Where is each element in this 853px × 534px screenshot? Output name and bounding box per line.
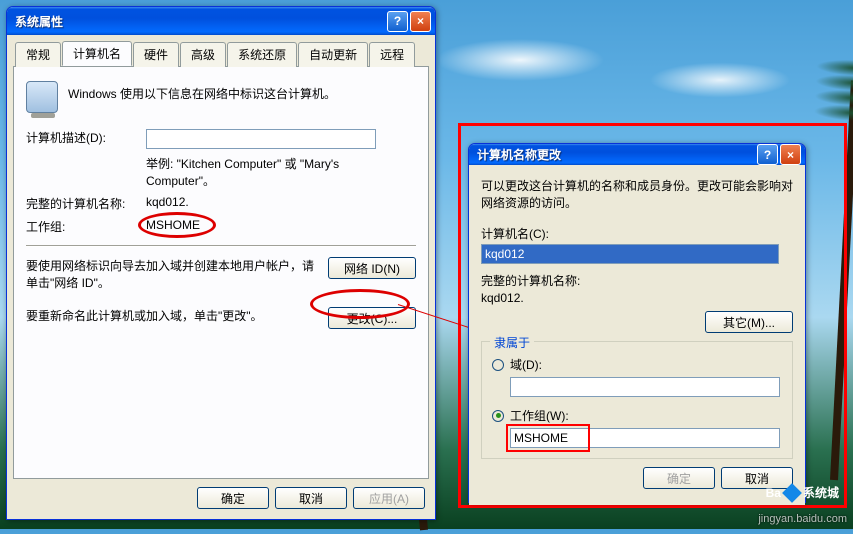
window-title: 计算机名称更改: [477, 146, 755, 163]
workgroup-radio-label: 工作组(W):: [510, 407, 569, 424]
network-id-button[interactable]: 网络 ID(N): [328, 257, 416, 279]
member-of-group: 隶属于 域(D): 工作组(W):: [481, 341, 793, 459]
netid-text: 要使用网络标识向导去加入域并创建本地用户帐户，请单击"网络 ID"。: [26, 257, 328, 291]
description-example: 举例: "Kitchen Computer" 或 "Mary's Compute…: [146, 155, 386, 189]
full-computer-name-value: kqd012.: [481, 291, 793, 305]
help-button[interactable]: ?: [757, 144, 778, 165]
intro-text: Windows 使用以下信息在网络中标识这台计算机。: [68, 81, 336, 102]
tab-advanced[interactable]: 高级: [180, 42, 226, 67]
tab-page-computer-name: Windows 使用以下信息在网络中标识这台计算机。 计算机描述(D): 举例:…: [13, 67, 429, 479]
full-name-label: 完整的计算机名称:: [26, 195, 146, 212]
tab-auto-update[interactable]: 自动更新: [298, 42, 368, 67]
dialog-buttons: 确定 取消: [481, 459, 793, 493]
cancel-button[interactable]: 取消: [275, 487, 347, 509]
intro-text: 可以更改这台计算机的名称和成员身份。更改可能会影响对网络资源的访问。: [481, 177, 793, 211]
full-name-label: 完整的计算机名称:: [481, 272, 793, 289]
domain-input[interactable]: [510, 377, 780, 397]
change-text: 要重新命名此计算机或加入域，单击"更改"。: [26, 307, 328, 324]
radio-icon: [492, 359, 504, 371]
workgroup-input[interactable]: [510, 428, 780, 448]
help-button[interactable]: ?: [387, 11, 408, 32]
tab-general[interactable]: 常规: [15, 42, 61, 67]
workgroup-label: 工作组:: [26, 218, 146, 235]
system-properties-window: 系统属性 ? × 常规 计算机名 硬件 高级 系统还原 自动更新 远程 Wind…: [6, 6, 436, 520]
domain-radio-row[interactable]: 域(D):: [492, 356, 782, 373]
change-button[interactable]: 更改(C)...: [328, 307, 416, 329]
tab-remote[interactable]: 远程: [369, 42, 415, 67]
cancel-button[interactable]: 取消: [721, 467, 793, 489]
description-label: 计算机描述(D):: [26, 129, 146, 146]
tab-computer-name[interactable]: 计算机名: [62, 41, 132, 66]
window-title: 系统属性: [15, 13, 385, 30]
watermark: jingyan.baidu.com: [758, 513, 847, 525]
dialog-buttons: 确定 取消 应用(A): [13, 479, 429, 513]
tabstrip: 常规 计算机名 硬件 高级 系统还原 自动更新 远程: [13, 41, 429, 67]
titlebar[interactable]: 系统属性 ? ×: [7, 7, 435, 35]
apply-button[interactable]: 应用(A): [353, 487, 425, 509]
computer-name-changes-window: 计算机名称更改 ? × 可以更改这台计算机的名称和成员身份。更改可能会影响对网络…: [468, 143, 806, 503]
computer-icon: [26, 81, 58, 113]
tab-system-restore[interactable]: 系统还原: [227, 42, 297, 67]
tab-hardware[interactable]: 硬件: [133, 42, 179, 67]
ok-button[interactable]: 确定: [643, 467, 715, 489]
computer-name-input[interactable]: [481, 244, 779, 264]
description-input[interactable]: [146, 129, 376, 149]
workgroup-value: MSHOME: [146, 218, 200, 232]
workgroup-radio-row[interactable]: 工作组(W):: [492, 407, 782, 424]
titlebar[interactable]: 计算机名称更改 ? ×: [469, 144, 805, 165]
member-of-legend: 隶属于: [490, 334, 534, 351]
more-button[interactable]: 其它(M)...: [705, 311, 793, 333]
ok-button[interactable]: 确定: [197, 487, 269, 509]
radio-icon: [492, 410, 504, 422]
computer-name-label: 计算机名(C):: [481, 225, 793, 242]
domain-label: 域(D):: [510, 356, 542, 373]
close-button[interactable]: ×: [410, 11, 431, 32]
close-button[interactable]: ×: [780, 144, 801, 165]
full-computer-name-value: kqd012.: [146, 195, 189, 209]
